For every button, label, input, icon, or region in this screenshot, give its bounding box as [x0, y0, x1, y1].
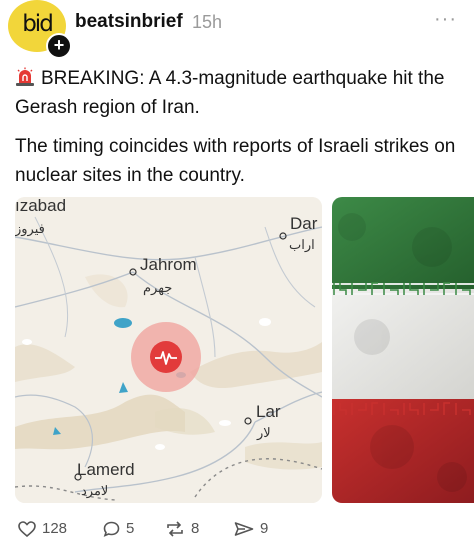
comment-icon [103, 521, 120, 537]
restack-button[interactable]: 8 [165, 520, 199, 537]
earthquake-marker-icon[interactable] [150, 341, 182, 373]
map-label-firuzabad-fa: فیروز [15, 221, 45, 237]
share-count: 9 [260, 520, 269, 537]
post-paragraph-2: The timing coincides with reports of Isr… [15, 136, 456, 186]
map-label-lar: Lar [256, 402, 281, 421]
map-label-darab-fa: اراب [289, 237, 315, 253]
map-label-lamerd-fa: لامرد [81, 483, 108, 499]
map-label-jahrom: Jahrom [140, 255, 197, 274]
action-bar: 128 5 8 9 [0, 520, 474, 537]
heart-icon [18, 520, 36, 537]
plus-icon[interactable]: + [46, 33, 72, 59]
more-icon[interactable]: ··· [434, 8, 457, 31]
map-label-darab: Dar [290, 214, 318, 233]
map-label-lamerd: Lamerd [77, 460, 135, 479]
post-paragraph-1: BREAKING: A 4.3-magnitude earthquake hit… [15, 64, 465, 122]
iran-flag-image[interactable] [332, 197, 474, 503]
map-label-lar-fa: لار [256, 425, 271, 441]
share-button[interactable]: 9 [234, 520, 268, 537]
post-text-1: BREAKING: A 4.3-magnitude earthquake hit… [15, 68, 445, 118]
restack-icon [167, 520, 183, 537]
map-label-jahrom-fa: جهرم [143, 280, 172, 296]
flag-svg [332, 197, 474, 503]
like-count: 128 [42, 520, 68, 537]
username[interactable]: beatsinbrief [75, 11, 183, 33]
restack-count: 8 [191, 520, 200, 537]
siren-icon [15, 67, 35, 87]
avatar-logo-text: bid [22, 11, 54, 37]
map-image[interactable]: ızabad فیروز Dar اراب Jahrom جهرم Lar لا… [15, 197, 322, 503]
map-label-firuzabad: ızabad [15, 197, 66, 215]
like-button[interactable]: 128 [18, 520, 67, 537]
map-svg: ızabad فیروز Dar اراب Jahrom جهرم Lar لا… [15, 197, 322, 503]
post-time: 15h [192, 12, 223, 32]
comment-count: 5 [126, 520, 135, 537]
share-icon [234, 521, 254, 536]
comment-button[interactable]: 5 [103, 520, 134, 537]
